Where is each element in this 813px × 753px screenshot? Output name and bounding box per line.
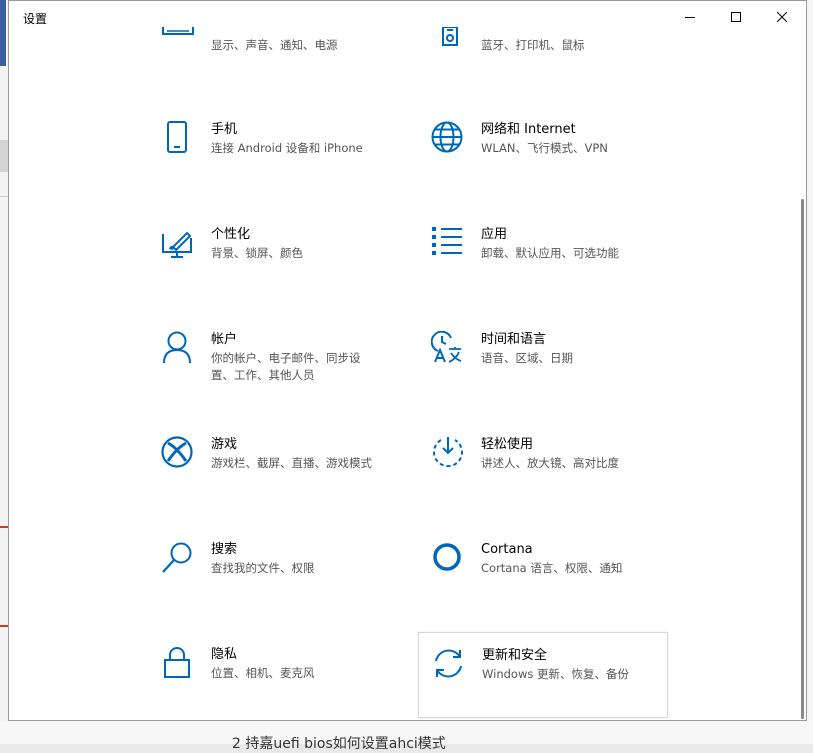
tile-description: Cortana 语言、权限、通知: [481, 561, 623, 575]
maximize-icon: [731, 12, 741, 22]
settings-tile-apps[interactable]: 应用 卸载、默认应用、可选功能: [431, 226, 681, 312]
cortana-icon: [433, 543, 461, 571]
tile-description: Windows 更新、恢复、备份: [482, 667, 629, 681]
settings-tile-accounts[interactable]: 帐户 你的帐户、电子邮件、同步设置、工作、其他人员: [161, 331, 411, 417]
settings-tile-privacy[interactable]: 隐私 位置、相机、麦克风: [161, 646, 411, 720]
background-gray-block: [0, 140, 8, 172]
settings-tile-search[interactable]: 搜索 查找我的文件、权限: [161, 541, 411, 627]
ease-of-access-icon: [433, 437, 463, 468]
time-language-icon: [431, 331, 462, 363]
settings-tile-phone[interactable]: 手机 连接 Android 设备和 iPhone: [161, 121, 411, 207]
background-left-edge: [0, 0, 8, 744]
tile-name: 帐户: [211, 332, 238, 347]
settings-tile-devices[interactable]: 蓝牙、打印机、鼠标: [431, 27, 681, 113]
settings-tile-gaming[interactable]: 游戏 游戏栏、截屏、直播、游戏模式: [161, 436, 411, 522]
tile-name: 时间和语言: [481, 332, 547, 347]
settings-tile-cortana[interactable]: Cortana Cortana 语言、权限、通知: [431, 541, 681, 627]
background-bottom-strip: 2 持嘉uefi bios如何设置ahci模式: [0, 721, 813, 752]
tile-name: 轻松使用: [481, 437, 534, 452]
minimize-icon: [685, 17, 695, 18]
tile-description: 讲述人、放大镜、高对比度: [481, 456, 619, 470]
tile-description: 你的帐户、电子邮件、同步设置、工作、其他人员: [211, 351, 361, 382]
tile-name: 隐私: [211, 647, 238, 662]
settings-tile-system[interactable]: 显示、声音、通知、电源: [161, 27, 411, 113]
globe-icon: [431, 121, 463, 153]
tile-name: 游戏: [211, 437, 238, 452]
sync-icon: [435, 649, 462, 678]
tile-description: 查找我的文件、权限: [211, 561, 315, 575]
scrollbar-thumb[interactable]: [801, 199, 804, 719]
settings-window: 设置 显示、声音、通知、电源 蓝牙、打印机、鼠标 手机 连接 Android 设…: [8, 0, 807, 721]
settings-tile-personalization[interactable]: 个性化 背景、锁屏、颜色: [161, 226, 411, 312]
display-icon: [162, 27, 194, 35]
background-divider: [0, 196, 8, 197]
background-text-fragment: 2 持嘉uefi bios如何设置ahci模式: [232, 736, 446, 752]
tile-name: 网络和 Internet: [481, 122, 576, 137]
tile-description: WLAN、飞行模式、VPN: [481, 141, 608, 155]
tile-description: 语音、区域、日期: [481, 351, 573, 365]
settings-tile-network[interactable]: 网络和 Internet WLAN、飞行模式、VPN: [431, 121, 681, 207]
devices-icon: [442, 27, 458, 46]
xbox-icon: [161, 436, 193, 468]
apps-list-icon: [432, 227, 462, 255]
tile-description: 蓝牙、打印机、鼠标: [481, 38, 585, 52]
tile-description: 位置、相机、麦克风: [211, 666, 315, 680]
settings-tile-time-language[interactable]: 时间和语言 语音、区域、日期: [431, 331, 681, 417]
search-icon: [162, 542, 192, 573]
close-button[interactable]: [759, 1, 805, 33]
tile-name: 应用: [481, 227, 508, 242]
background-blue-block: [0, 0, 6, 66]
tile-name: 手机: [211, 122, 238, 137]
tile-description: 卸载、默认应用、可选功能: [481, 246, 619, 260]
tile-name: 更新和安全: [482, 648, 548, 663]
settings-tile-update-security[interactable]: 更新和安全 Windows 更新、恢复、备份: [418, 632, 668, 718]
background-red-line: [0, 526, 8, 528]
person-icon: [163, 331, 191, 364]
tile-description: 连接 Android 设备和 iPhone: [211, 141, 363, 155]
background-red-line: [0, 625, 8, 627]
close-icon: [777, 12, 787, 22]
tile-description: 显示、声音、通知、电源: [211, 38, 338, 52]
tile-name: Cortana: [481, 542, 533, 557]
tile-description: 游戏栏、截屏、直播、游戏模式: [211, 456, 372, 470]
background-right-edge: [807, 0, 813, 744]
tile-description: 背景、锁屏、颜色: [211, 246, 303, 260]
phone-icon: [167, 121, 187, 153]
lock-icon: [164, 647, 190, 678]
tile-name: 搜索: [211, 542, 238, 557]
settings-tile-ease-of-access[interactable]: 轻松使用 讲述人、放大镜、高对比度: [431, 436, 681, 522]
personalization-icon: [162, 231, 192, 258]
window-title: 设置: [23, 12, 48, 26]
maximize-button[interactable]: [713, 1, 759, 33]
tile-name: 个性化: [211, 227, 251, 242]
